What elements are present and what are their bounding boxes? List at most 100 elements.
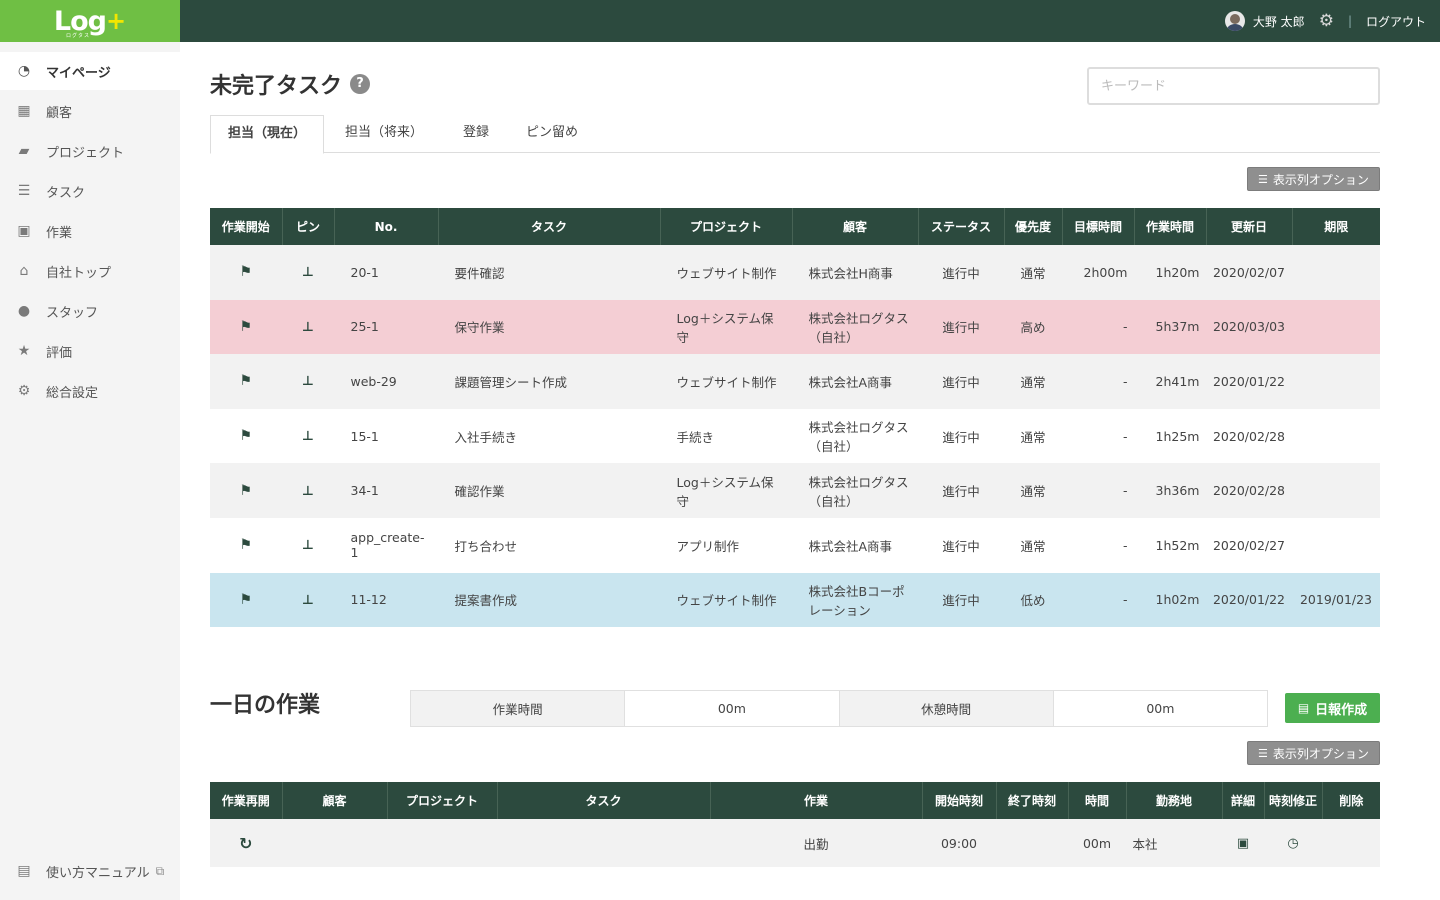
project-link[interactable]: ウェブサイト制作 (660, 572, 792, 628)
client-link[interactable]: 株式会社H商事 (792, 245, 918, 300)
work-col-header[interactable]: 顧客 (282, 782, 388, 819)
task-col-header[interactable]: 更新日 (1206, 208, 1293, 245)
project-link[interactable]: 手続き (660, 408, 792, 464)
table-row[interactable]: ⚑ ⊥ web-29 課題管理シート作成 ウェブサイト制作 株式会社A商事 進行中 通常 -2h… (210, 354, 1380, 409)
task-no: 25-1 (334, 299, 438, 355)
table-row[interactable]: ⚑ ⊥ 11-12 提案書作成 ウェブサイト制作 株式会社Bコーポレーション 進行中 低め -1… (210, 572, 1380, 628)
project-link[interactable]: アプリ制作 (660, 517, 792, 573)
table-row[interactable]: ⚑ ⊥ 20-1 要件確認 ウェブサイト制作 株式会社H商事 進行中 通常 2h00m 1h20m… (210, 245, 1380, 300)
sidebar-item-8[interactable]: ⚙ 総合設定 (0, 372, 180, 410)
work-col-header[interactable]: 開始時刻 (922, 782, 997, 819)
task-col-header[interactable]: 期限 (1292, 208, 1380, 245)
work-col-header[interactable]: 時刻修正 (1264, 782, 1323, 819)
sidebar-item-manual[interactable]: ▤ 使い方マニュアル ⧉ (0, 852, 180, 890)
tab-pinned[interactable]: ピン留め (509, 115, 595, 153)
task-name-link[interactable]: 入社手続き (438, 408, 660, 464)
client-link[interactable]: 株式会社A商事 (792, 517, 918, 573)
sidebar-item-3[interactable]: ☰ タスク (0, 172, 180, 210)
project-link[interactable]: Log＋システム保守 (660, 463, 792, 518)
task-col-header[interactable]: 作業時間 (1134, 208, 1207, 245)
client-link[interactable]: 株式会社Bコーポレーション (792, 572, 918, 628)
flag-icon[interactable]: ⚑ (239, 319, 252, 335)
table-row[interactable]: ⚑ ⊥ app_create-1 打ち合わせ アプリ制作 株式会社A商事 進行中 通常 -1h5… (210, 517, 1380, 573)
sidebar-item-0[interactable]: ◔ マイページ (0, 52, 180, 90)
logout-link[interactable]: ログアウト (1366, 13, 1426, 30)
sidebar-item-6[interactable]: ● スタッフ (0, 292, 180, 330)
table-row[interactable]: ⚑ ⊥ 34-1 確認作業 Log＋システム保守 株式会社ログタス（自社） 進行中 通常 -3h… (210, 463, 1380, 518)
project-link[interactable]: ウェブサイト制作 (660, 245, 792, 300)
work-col-header[interactable]: 作業再開 (210, 782, 283, 819)
flag-icon[interactable]: ⚑ (239, 592, 252, 608)
work-col-header[interactable]: タスク (497, 782, 711, 819)
pin-icon[interactable]: ⊥ (302, 593, 314, 608)
flag-icon[interactable]: ⚑ (239, 483, 252, 499)
sidebar-item-4[interactable]: ▣ 作業 (0, 212, 180, 250)
logo[interactable]: Log + ログタス (0, 0, 180, 42)
reload-icon[interactable]: ↻ (239, 834, 252, 853)
flag-icon[interactable]: ⚑ (239, 373, 252, 389)
task-col-header[interactable]: 作業開始 (210, 208, 283, 245)
work-col-header[interactable]: 作業 (710, 782, 923, 819)
user-name[interactable]: 大野 太郎 (1253, 13, 1305, 30)
task-col-header[interactable]: ステータス (918, 208, 1005, 245)
pin-icon[interactable]: ⊥ (302, 320, 314, 335)
pin-icon[interactable]: ⊥ (302, 265, 314, 280)
sidebar-item-5[interactable]: ⌂ 自社トップ (0, 252, 180, 290)
table-row[interactable]: ⚑ ⊥ 15-1 入社手続き 手続き 株式会社ログタス（自社） 進行中 通常 -1h25m 202… (210, 408, 1380, 464)
table-row[interactable]: ⚑ ⊥ 25-1 保守作業 Log＋システム保守 株式会社ログタス（自社） 進行中 高め -5h… (210, 299, 1380, 355)
column-options-button[interactable]: ☰ 表示列オプション (1247, 167, 1380, 191)
pin-icon[interactable]: ⊥ (302, 429, 314, 444)
clock-icon[interactable]: ◷ (1287, 836, 1298, 851)
avatar[interactable] (1224, 11, 1245, 31)
task-col-header[interactable]: 目標時間 (1062, 208, 1135, 245)
settings-gear-icon[interactable]: ⚙ (1319, 11, 1334, 31)
task-col-header[interactable]: タスク (438, 208, 661, 245)
work-col-header[interactable]: 詳細 (1222, 782, 1265, 819)
task-no: 11-12 (334, 572, 438, 628)
work-col-header[interactable]: 勤務地 (1126, 782, 1223, 819)
pin-icon[interactable]: ⊥ (302, 538, 314, 553)
task-name-link[interactable]: 打ち合わせ (438, 517, 660, 573)
flag-icon[interactable]: ⚑ (239, 537, 252, 553)
tab-assigned-current[interactable]: 担当（現在） (210, 115, 325, 154)
work-col-header[interactable]: 時間 (1068, 782, 1127, 819)
sidebar-item-1[interactable]: ▦ 顧客 (0, 92, 180, 130)
tab-assigned-future[interactable]: 担当（将来） (328, 115, 440, 153)
help-icon[interactable]: ? (350, 74, 371, 94)
client-link[interactable]: 株式会社A商事 (792, 354, 918, 409)
task-name-link[interactable]: 提案書作成 (438, 572, 660, 628)
pin-icon[interactable]: ⊥ (302, 484, 314, 499)
work-col-header[interactable]: プロジェクト (387, 782, 498, 819)
tab-registered[interactable]: 登録 (446, 115, 506, 153)
task-col-header[interactable]: プロジェクト (660, 208, 793, 245)
sidebar-item-7[interactable]: ★ 評価 (0, 332, 180, 370)
work-col-header[interactable]: 削除 (1322, 782, 1380, 819)
task-col-header[interactable]: 優先度 (1004, 208, 1063, 245)
flag-icon[interactable]: ⚑ (239, 264, 252, 280)
task-name-link[interactable]: 要件確認 (438, 245, 660, 300)
create-daily-report-button[interactable]: ▤ 日報作成 (1285, 693, 1380, 723)
work-col-header[interactable]: 終了時刻 (996, 782, 1069, 819)
task-col-header[interactable]: 顧客 (792, 208, 919, 245)
sidebar-item-2[interactable]: ▰ プロジェクト (0, 132, 180, 170)
due-date (1292, 299, 1380, 355)
task-name-link[interactable]: 課題管理シート作成 (438, 354, 660, 409)
task-col-header[interactable]: ピン (282, 208, 335, 245)
briefcase-icon[interactable]: ▣ (1237, 836, 1249, 851)
keyword-search-input[interactable] (1087, 67, 1380, 105)
worked-time-value: 1h25m (1134, 408, 1206, 464)
priority-value: 低め (1004, 572, 1062, 628)
project-link[interactable]: ウェブサイト制作 (660, 354, 792, 409)
client-link[interactable]: 株式会社ログタス（自社） (792, 299, 918, 355)
client-link[interactable]: 株式会社ログタス（自社） (792, 408, 918, 464)
task-name-link[interactable]: 確認作業 (438, 463, 660, 518)
flag-icon[interactable]: ⚑ (239, 428, 252, 444)
pin-icon[interactable]: ⊥ (302, 374, 314, 389)
task-name-link[interactable]: 保守作業 (438, 299, 660, 355)
task-col-header[interactable]: No. (334, 208, 439, 245)
work-column-options-button[interactable]: ☰ 表示列オプション (1247, 741, 1380, 765)
project-link[interactable]: Log＋システム保守 (660, 299, 792, 355)
client-link[interactable]: 株式会社ログタス（自社） (792, 463, 918, 518)
break-time-value: 00m (1052, 691, 1267, 726)
worked-time-value: 2h41m (1134, 354, 1206, 409)
